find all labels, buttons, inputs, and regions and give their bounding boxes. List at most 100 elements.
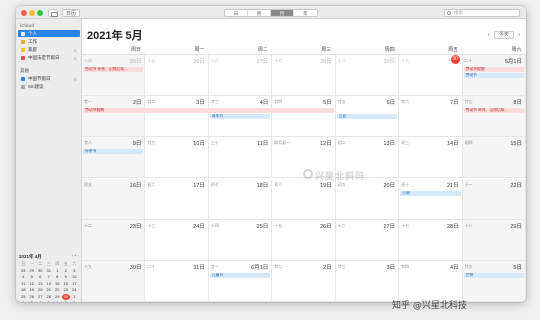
day-cell[interactable]: 初三 14日	[399, 137, 463, 179]
day-cell[interactable]: 十九 30日	[82, 260, 146, 302]
mini-day[interactable]: 23	[62, 287, 71, 293]
mini-day[interactable]: 15	[53, 281, 62, 287]
close-window-button[interactable]	[21, 10, 27, 16]
mini-day[interactable]: 31	[45, 268, 54, 274]
day-cell[interactable]: 十六 27日	[208, 55, 273, 97]
checkbox-icon[interactable]	[21, 47, 25, 52]
day-cell[interactable]: 廿二 3日	[145, 96, 209, 138]
day-cell[interactable]: 十一 22日	[462, 178, 526, 220]
mini-day[interactable]: 28	[19, 268, 28, 274]
view-week-tab[interactable]: 周	[248, 10, 271, 16]
mini-day[interactable]: 11	[19, 281, 28, 287]
mini-day[interactable]: 30	[61, 293, 70, 300]
day-cell[interactable]: 十五 26日	[145, 55, 209, 97]
mini-day[interactable]: 7	[62, 300, 71, 302]
day-cell[interactable]: 十七 28日	[272, 55, 336, 97]
calendar-item-work[interactable]: 工作	[18, 38, 80, 45]
mini-day[interactable]: 5	[28, 274, 37, 280]
mini-day[interactable]: 8	[70, 300, 79, 302]
calendar-event[interactable]: 芒种	[463, 272, 524, 278]
day-cell[interactable]: 廿八 9日	[82, 137, 146, 179]
mini-day[interactable]: 1	[53, 268, 62, 274]
day-cell[interactable]: 十二 23日	[82, 219, 146, 261]
day-cell[interactable]: 初五 16日	[82, 178, 146, 220]
day-cell[interactable]: 十八 29日	[462, 219, 526, 261]
day-cell[interactable]: 廿一 6月1日	[208, 260, 273, 302]
checkbox-icon[interactable]	[21, 39, 25, 44]
day-cell[interactable]: 廿七 8日	[462, 96, 526, 138]
day-cell[interactable]: 初四 15日	[462, 137, 526, 179]
chevron-right-icon[interactable]: ›	[78, 253, 80, 258]
day-cell[interactable]: 初八 19日	[272, 178, 336, 220]
day-cell[interactable]: 十三 24日	[145, 219, 209, 261]
chevron-right-icon[interactable]: ›	[518, 32, 520, 38]
calendar-event[interactable]: 儿童节	[209, 272, 271, 278]
mini-day[interactable]: 1	[70, 294, 79, 300]
mini-day[interactable]: 27	[36, 294, 45, 300]
day-cell[interactable]: 十六 27日	[335, 219, 400, 261]
day-cell[interactable]: 二十 31日	[145, 260, 209, 302]
checkbox-icon[interactable]	[21, 84, 25, 89]
day-cell[interactable]: 初七 18日	[208, 178, 273, 220]
mini-day[interactable]: 19	[28, 287, 37, 293]
calendar-item-cn-festivals[interactable]: 中国节假日 ◭	[18, 75, 80, 82]
calendar-event[interactable]: 小满	[400, 190, 461, 196]
calendar-item-siri[interactable]: Siri建议	[18, 83, 80, 90]
calendar-item-family[interactable]: 家庭 ◭	[18, 46, 80, 53]
day-cell[interactable]: 十五 26日	[272, 219, 336, 261]
checkbox-icon[interactable]	[21, 31, 25, 36]
mini-day[interactable]: 4	[36, 300, 45, 302]
mini-day[interactable]: 7	[45, 274, 54, 280]
calendar-event[interactable]: 劳动节 补休、记得后续…	[463, 108, 524, 114]
mini-day[interactable]: 24	[70, 287, 79, 293]
mini-day[interactable]: 2	[62, 268, 71, 274]
calendar-list-icon[interactable]	[48, 9, 58, 17]
view-month-tab[interactable]: 月	[271, 10, 294, 16]
chevron-left-icon[interactable]: ‹	[72, 253, 74, 258]
checkbox-icon[interactable]	[21, 76, 25, 81]
view-year-tab[interactable]: 年	[294, 10, 317, 16]
mini-day[interactable]: 3	[70, 268, 79, 274]
day-cell[interactable]: 三十 11日	[208, 137, 273, 179]
view-day-tab[interactable]: 日	[225, 10, 248, 16]
day-cell[interactable]: 初六 17日	[145, 178, 209, 220]
day-cell[interactable]: 廿九 10日	[145, 137, 209, 179]
day-cell[interactable]: 十四 25日	[82, 55, 146, 97]
mini-day[interactable]: 17	[70, 281, 79, 287]
mini-day[interactable]: 22	[53, 287, 62, 293]
mini-day[interactable]: 2	[19, 300, 28, 302]
minimize-window-button[interactable]	[29, 10, 35, 16]
search-input[interactable]: 搜索	[444, 9, 520, 17]
mini-day[interactable]: 28	[45, 294, 54, 300]
mini-day[interactable]: 14	[45, 281, 54, 287]
calendar-event[interactable]: 劳动节假期	[83, 108, 334, 114]
day-cell[interactable]: 十八 29日	[335, 55, 400, 97]
mini-day[interactable]: 3	[28, 300, 37, 302]
mini-day[interactable]: 9	[62, 274, 71, 280]
mini-day[interactable]: 30	[36, 268, 45, 274]
day-cell[interactable]: 十四 25日	[208, 219, 273, 261]
mini-day[interactable]: 25	[19, 294, 28, 300]
mini-day[interactable]: 29	[53, 294, 62, 300]
zoom-window-button[interactable]	[37, 10, 43, 16]
mini-day[interactable]: 12	[28, 281, 37, 287]
dot-icon[interactable]: •	[75, 253, 77, 258]
day-cell[interactable]: 廿四 4日	[399, 260, 463, 302]
mini-day[interactable]: 8	[53, 274, 62, 280]
calendar-item-personal[interactable]: 个人	[18, 30, 80, 37]
today-button[interactable]: 今天	[493, 31, 514, 39]
mini-day[interactable]: 6	[53, 300, 62, 302]
day-cell[interactable]: 初九 20日	[335, 178, 400, 220]
calendar-event[interactable]: 母亲节	[83, 149, 144, 155]
calendar-item-cn-holidays[interactable]: 中国法定节假日 ◭	[18, 54, 80, 61]
calendar-event[interactable]: 立夏	[336, 114, 398, 120]
mini-day[interactable]: 4	[19, 274, 28, 280]
mini-day[interactable]: 26	[28, 294, 37, 300]
day-cell[interactable]: 廿六 7日	[399, 96, 463, 138]
day-cell[interactable]: 十九 30	[399, 55, 463, 97]
day-cell[interactable]: 廿一 2日	[82, 96, 146, 138]
calendar-event[interactable]: 劳动节 补休、记得后续…	[83, 67, 144, 72]
mini-day[interactable]: 29	[28, 268, 37, 274]
mini-day[interactable]: 6	[36, 274, 45, 280]
checkbox-icon[interactable]	[21, 55, 25, 60]
